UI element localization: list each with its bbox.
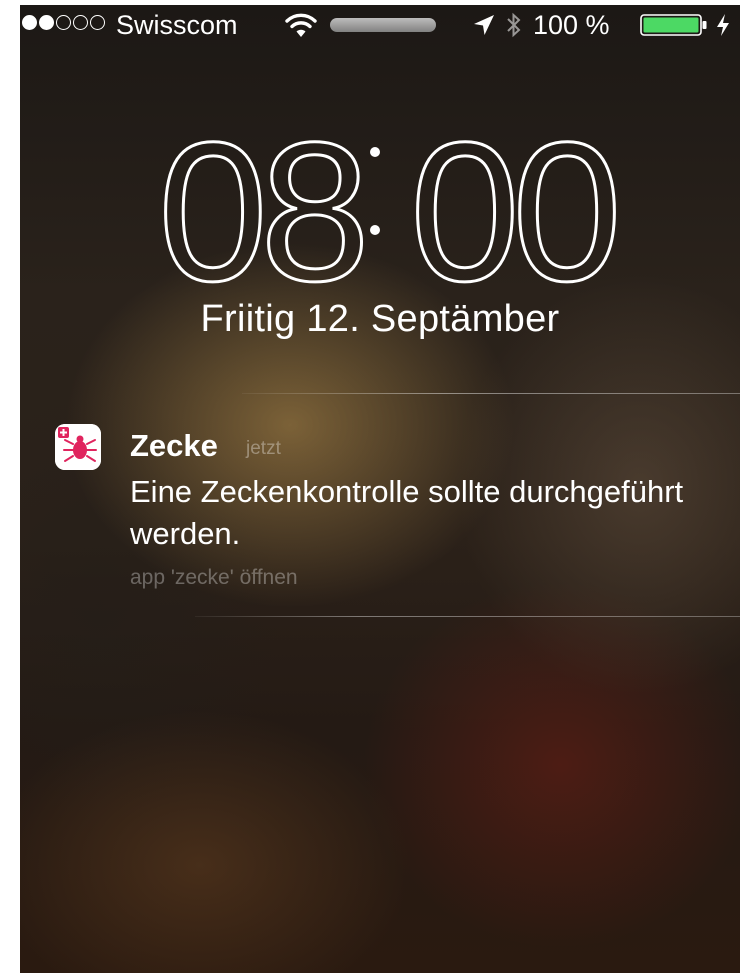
notification-open-action[interactable]: app 'zecke' öffnen <box>130 566 298 590</box>
battery-percentage: 100 % <box>533 10 610 40</box>
notification-divider <box>195 616 740 617</box>
signal-dot <box>22 15 37 30</box>
charging-icon <box>717 14 729 36</box>
network-activity-bar <box>330 18 436 32</box>
clock: 08 00 <box>156 105 624 295</box>
signal-dot <box>39 15 54 30</box>
status-bar: Swisscom 100 % <box>20 5 740 45</box>
clock-colon-bottom <box>370 225 380 235</box>
lock-screen: Swisscom 100 % 08 00 Friitig 12. Septämb… <box>20 5 740 973</box>
signal-dot <box>73 15 88 30</box>
notification-divider <box>242 393 740 394</box>
clock-minutes: 00 <box>410 105 615 295</box>
notification-app-name: Zecke <box>130 428 218 463</box>
clock-hours: 08 <box>158 105 362 295</box>
notification-message: Eine Zeckenkontrolle sollte durchgeführt… <box>130 474 684 551</box>
wifi-icon <box>285 13 317 37</box>
clock-colon-top <box>370 147 380 157</box>
battery-icon <box>640 14 707 36</box>
tick-app-icon <box>55 424 101 470</box>
date-label: Friitig 12. Septämber <box>200 298 560 340</box>
location-icon <box>474 15 494 35</box>
signal-dot <box>56 15 71 30</box>
carrier-name: Swisscom <box>116 10 238 40</box>
notification-item[interactable]: Zecke jetzt Eine Zeckenkontrolle sollte … <box>20 415 740 615</box>
notification-time: jetzt <box>246 438 281 459</box>
signal-strength-icon <box>22 15 105 30</box>
signal-dot <box>90 15 105 30</box>
bluetooth-icon <box>507 12 521 38</box>
